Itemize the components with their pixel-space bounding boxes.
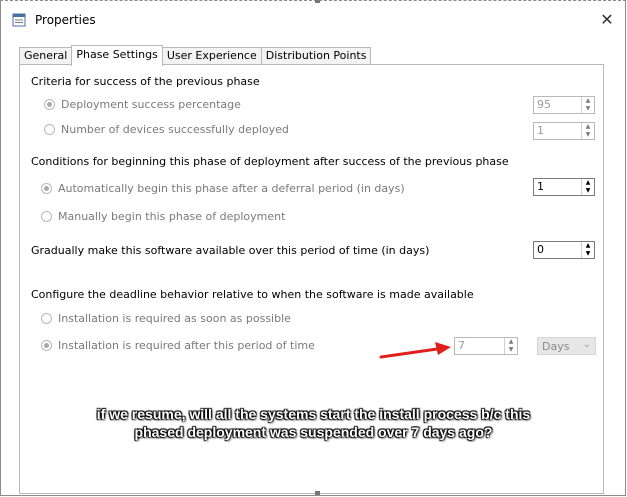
gradual-label: Gradually make this software available o… <box>31 244 430 257</box>
radio-button[interactable] <box>44 124 55 135</box>
spin-down-icon[interactable]: ▼ <box>582 187 594 195</box>
resize-handle <box>315 491 320 495</box>
spin-up-icon[interactable]: ▲ <box>582 242 594 250</box>
chevron-down-icon: ⌄ <box>582 339 591 350</box>
tab-strip: General Phase Settings User Experience D… <box>19 45 372 66</box>
criteria-heading: Criteria for success of the previous pha… <box>31 75 260 88</box>
radio-button[interactable] <box>44 99 55 110</box>
resize-handle <box>315 0 320 3</box>
spin-up-icon[interactable]: ▲ <box>582 97 594 105</box>
radio-button[interactable] <box>41 313 52 324</box>
red-arrow-annotation <box>379 342 451 359</box>
spin-up-icon[interactable]: ▲ <box>505 338 517 346</box>
deadline-period-stepper[interactable]: 7 ▲ ▼ <box>454 337 518 355</box>
spin-down-icon[interactable]: ▼ <box>582 105 594 113</box>
stepper-value: 7 <box>458 339 465 352</box>
radio-label: Installation is required as soon as poss… <box>58 312 291 325</box>
radio-label: Number of devices successfully deployed <box>61 123 289 136</box>
radio-install-asap[interactable]: Installation is required as soon as poss… <box>41 312 291 325</box>
annotation-line-1: if we resume, will all the systems start… <box>96 406 531 422</box>
dropdown-value: Days <box>542 339 570 353</box>
radio-manual-begin[interactable]: Manually begin this phase of deployment <box>41 210 285 223</box>
stepper-value: 95 <box>537 98 551 111</box>
tab-phase-settings[interactable]: Phase Settings <box>71 45 163 66</box>
annotation-question: if we resume, will all the systems start… <box>61 405 566 441</box>
window-title: Properties <box>35 13 96 27</box>
annotation-line-2: phased deployment was suspended over 7 d… <box>134 424 493 440</box>
radio-button[interactable] <box>41 211 52 222</box>
title-bar: Properties ✕ <box>1 1 625 39</box>
tab-user-experience[interactable]: User Experience <box>161 47 262 65</box>
radio-label: Deployment success percentage <box>61 98 241 111</box>
deferral-stepper[interactable]: 1 ▲ ▼ <box>533 178 595 196</box>
gradual-stepper[interactable]: 0 ▲ ▼ <box>533 241 595 259</box>
radio-label: Automatically begin this phase after a d… <box>58 182 405 195</box>
close-icon: ✕ <box>600 10 614 29</box>
radio-deployment-percentage[interactable]: Deployment success percentage <box>44 98 241 111</box>
spin-down-icon[interactable]: ▼ <box>505 346 517 354</box>
spin-up-icon[interactable]: ▲ <box>582 123 594 131</box>
radio-label: Installation is required after this peri… <box>58 339 315 352</box>
spin-down-icon[interactable]: ▼ <box>582 131 594 139</box>
radio-button[interactable] <box>41 183 52 194</box>
devices-stepper[interactable]: 1 ▲ ▼ <box>533 122 595 140</box>
properties-icon <box>12 13 26 27</box>
radio-devices-deployed[interactable]: Number of devices successfully deployed <box>44 123 289 136</box>
percentage-stepper[interactable]: 95 ▲ ▼ <box>533 96 595 114</box>
deadline-unit-dropdown[interactable]: Days ⌄ <box>537 337 596 355</box>
properties-dialog: Properties ✕ General Phase Settings User… <box>0 0 626 496</box>
radio-button[interactable] <box>41 340 52 351</box>
stepper-value: 1 <box>537 180 544 193</box>
spin-up-icon[interactable]: ▲ <box>582 179 594 187</box>
radio-label: Manually begin this phase of deployment <box>58 210 286 223</box>
tab-distribution-points[interactable]: Distribution Points <box>260 47 372 65</box>
radio-install-after-period[interactable]: Installation is required after this peri… <box>41 339 315 352</box>
conditions-heading: Conditions for beginning this phase of d… <box>31 155 509 168</box>
spin-down-icon[interactable]: ▼ <box>582 250 594 258</box>
tab-general[interactable]: General <box>19 47 73 65</box>
radio-auto-begin[interactable]: Automatically begin this phase after a d… <box>41 182 405 195</box>
stepper-value: 1 <box>537 124 544 137</box>
close-button[interactable]: ✕ <box>593 7 621 33</box>
deadline-heading: Configure the deadline behavior relative… <box>31 288 474 301</box>
stepper-value: 0 <box>537 243 544 256</box>
